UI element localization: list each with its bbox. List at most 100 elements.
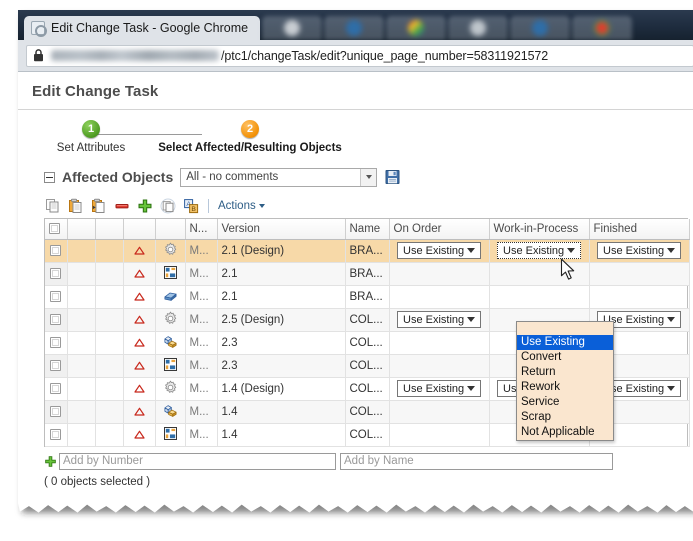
row-checkbox[interactable] bbox=[50, 359, 62, 371]
actions-menu-button[interactable]: Actions bbox=[218, 200, 265, 212]
dropdown-item[interactable]: Not Applicable bbox=[517, 425, 613, 440]
row-select-cell[interactable] bbox=[45, 377, 68, 401]
row-finished-cell bbox=[589, 285, 690, 309]
remove-icon[interactable] bbox=[114, 198, 130, 214]
browser-titlebar: Edit Change Task - Google Chrome bbox=[18, 10, 693, 40]
lock-icon bbox=[34, 49, 43, 62]
table-header-row: N... Version Name On Order Work-in-Proce… bbox=[45, 219, 690, 240]
dropdown-item[interactable]: Rework bbox=[517, 380, 613, 395]
status-select[interactable]: Use Existing bbox=[497, 242, 581, 259]
part-icon bbox=[164, 404, 176, 417]
table-row[interactable]: M... 2.1 (Design) BRA... Use Existing Use Ex… bbox=[45, 239, 690, 263]
view-filter-select[interactable]: All - no comments bbox=[180, 167, 378, 187]
paste-icon[interactable] bbox=[68, 198, 84, 214]
duplicate-icon[interactable] bbox=[160, 198, 176, 214]
table-row[interactable]: M... 2.1 BRA... bbox=[45, 285, 690, 309]
dropdown-item-blank[interactable] bbox=[517, 322, 613, 335]
row-alert-cell bbox=[123, 308, 156, 332]
browser-tab-blurred[interactable] bbox=[386, 16, 447, 40]
status-select[interactable]: Use Existing bbox=[397, 311, 481, 328]
save-icon[interactable] bbox=[384, 169, 401, 185]
add-by-number-input[interactable]: Add by Number bbox=[59, 452, 336, 470]
gear-icon bbox=[164, 311, 176, 324]
column-header-version[interactable]: Version bbox=[217, 219, 346, 240]
wizard-step-set-attributes[interactable]: 1 Set Attributes bbox=[32, 120, 150, 154]
row-name-cell: BRA... bbox=[345, 285, 390, 309]
row-select-cell[interactable] bbox=[45, 308, 68, 332]
row-alert-cell bbox=[123, 354, 156, 378]
row-blank-cell bbox=[67, 377, 96, 401]
add-icon[interactable] bbox=[137, 198, 153, 214]
row-checkbox[interactable] bbox=[50, 267, 62, 279]
browser-tab-blurred[interactable] bbox=[448, 16, 509, 40]
column-header-number[interactable]: N... bbox=[185, 219, 218, 240]
row-select-cell[interactable] bbox=[45, 239, 68, 263]
status-select[interactable]: Use Existing bbox=[397, 242, 481, 259]
row-checkbox[interactable] bbox=[50, 313, 62, 325]
row-type-cell bbox=[155, 308, 186, 332]
status-select[interactable]: Use Existing bbox=[597, 242, 681, 259]
row-number-cell: M... bbox=[185, 239, 218, 263]
add-by-name-input[interactable]: Add by Name bbox=[340, 452, 613, 470]
page-icon bbox=[284, 20, 301, 36]
dropdown-item[interactable]: Use Existing bbox=[517, 335, 613, 350]
work-in-process-dropdown-list[interactable]: Use Existing Convert Return Rework Service Sc… bbox=[516, 321, 614, 441]
dropdown-item[interactable]: Convert bbox=[517, 350, 613, 365]
status-select[interactable]: Use Existing bbox=[397, 380, 481, 397]
collapse-minus-icon[interactable] bbox=[44, 171, 55, 183]
row-select-cell[interactable] bbox=[45, 354, 68, 378]
row-checkbox[interactable] bbox=[50, 428, 62, 440]
row-on-order-cell: Use Existing bbox=[389, 377, 490, 401]
row-type-cell bbox=[155, 331, 186, 355]
panel-title: Affected Objects bbox=[62, 169, 174, 185]
row-blank-cell bbox=[67, 285, 96, 309]
column-header-finished[interactable]: Finished bbox=[589, 219, 690, 240]
row-alert-cell bbox=[123, 377, 156, 401]
select-all-checkbox[interactable] bbox=[49, 223, 60, 235]
dropdown-item[interactable]: Return bbox=[517, 365, 613, 380]
row-checkbox[interactable] bbox=[50, 336, 62, 348]
row-checkbox[interactable] bbox=[50, 382, 62, 394]
browser-tab-blurred[interactable] bbox=[510, 16, 571, 40]
wizard-step-label: Set Attributes bbox=[56, 142, 126, 154]
select-all-header[interactable] bbox=[45, 219, 68, 240]
table-row[interactable]: M... 2.1 BRA... bbox=[45, 262, 690, 286]
row-on-order-cell bbox=[389, 400, 490, 424]
row-type-cell bbox=[155, 400, 186, 424]
copy-icon[interactable] bbox=[45, 198, 61, 214]
chevron-down-icon bbox=[567, 248, 575, 253]
column-header-on-order[interactable]: On Order bbox=[389, 219, 490, 240]
row-name-cell: COL... bbox=[345, 308, 390, 332]
row-select-cell[interactable] bbox=[45, 262, 68, 286]
column-header-blank[interactable] bbox=[95, 219, 124, 240]
row-checkbox[interactable] bbox=[50, 244, 62, 256]
row-select-cell[interactable] bbox=[45, 400, 68, 424]
browser-tab-active[interactable]: Edit Change Task - Google Chrome bbox=[24, 16, 261, 40]
rename-icon[interactable]: A B bbox=[183, 198, 199, 214]
row-checkbox[interactable] bbox=[50, 405, 62, 417]
row-select-cell[interactable] bbox=[45, 331, 68, 355]
row-work-in-process-cell bbox=[489, 285, 590, 309]
column-header-blank[interactable] bbox=[67, 219, 96, 240]
dropdown-item[interactable]: Service bbox=[517, 395, 613, 410]
add-green-plus-icon[interactable] bbox=[44, 455, 57, 468]
row-number-cell: M... bbox=[185, 377, 218, 401]
row-type-cell bbox=[155, 423, 186, 447]
warning-triangle-icon bbox=[133, 338, 145, 347]
wizard-step-select-objects[interactable]: 2 Select Affected/Resulting Objects bbox=[150, 120, 350, 154]
browser-tab-blurred[interactable] bbox=[324, 16, 385, 40]
browser-tab-blurred[interactable] bbox=[572, 16, 633, 40]
browser-tab-blurred[interactable] bbox=[262, 16, 323, 40]
column-header-name[interactable]: Name bbox=[345, 219, 390, 240]
row-blank-cell bbox=[95, 423, 124, 447]
column-header-alert[interactable] bbox=[123, 219, 156, 240]
dropdown-item[interactable]: Scrap bbox=[517, 410, 613, 425]
row-on-order-cell bbox=[389, 262, 490, 286]
row-select-cell[interactable] bbox=[45, 423, 68, 447]
address-bar[interactable]: /ptc1/changeTask/edit?unique_page_number… bbox=[26, 44, 693, 67]
row-checkbox[interactable] bbox=[50, 290, 62, 302]
row-select-cell[interactable] bbox=[45, 285, 68, 309]
paste-special-icon[interactable] bbox=[91, 198, 107, 214]
column-header-type[interactable] bbox=[155, 219, 186, 240]
column-header-work-in-process[interactable]: Work-in-Process bbox=[489, 219, 590, 240]
